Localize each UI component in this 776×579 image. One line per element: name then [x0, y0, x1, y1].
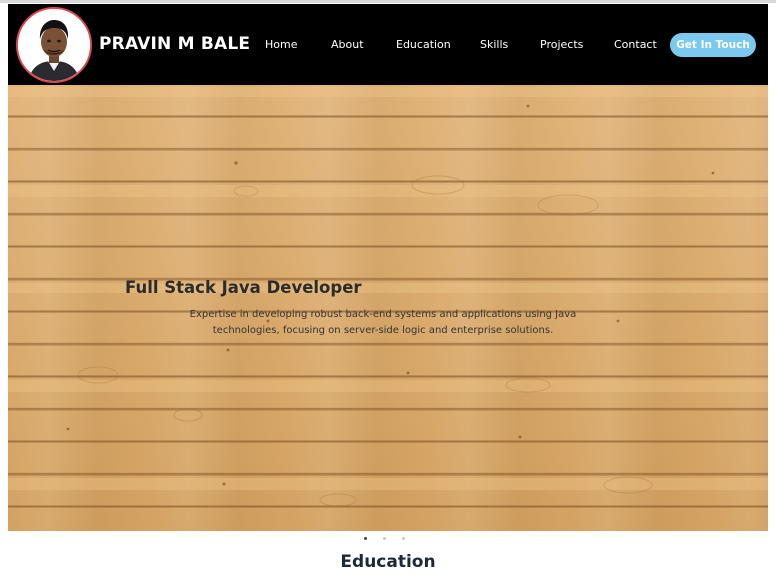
brand-name[interactable]: PRAVIN M BALE [99, 34, 250, 54]
profile-avatar[interactable] [16, 7, 92, 83]
navbar: PRAVIN M BALE Home About Education Skill… [8, 4, 768, 85]
top-border [0, 0, 776, 3]
carousel-dot-1[interactable] [364, 537, 367, 540]
nav-contact[interactable]: Contact [614, 38, 657, 51]
nav-education[interactable]: Education [396, 38, 451, 51]
hero-carousel: Full Stack Java Developer Expertise in d… [8, 85, 768, 531]
nav-skills[interactable]: Skills [480, 38, 508, 51]
nav-projects[interactable]: Projects [540, 38, 583, 51]
nav-home[interactable]: Home [265, 38, 297, 51]
nav-about[interactable]: About [331, 38, 364, 51]
carousel-dot-3[interactable] [402, 537, 405, 540]
carousel-dot-2[interactable] [383, 537, 386, 540]
get-in-touch-button[interactable]: Get In Touch [670, 33, 756, 57]
profile-photo-icon [18, 9, 90, 81]
hero-title: Full Stack Java Developer [125, 278, 362, 297]
hero-description: Expertise in developing robust back-end … [189, 309, 577, 336]
section-title-education: Education [340, 552, 436, 572]
